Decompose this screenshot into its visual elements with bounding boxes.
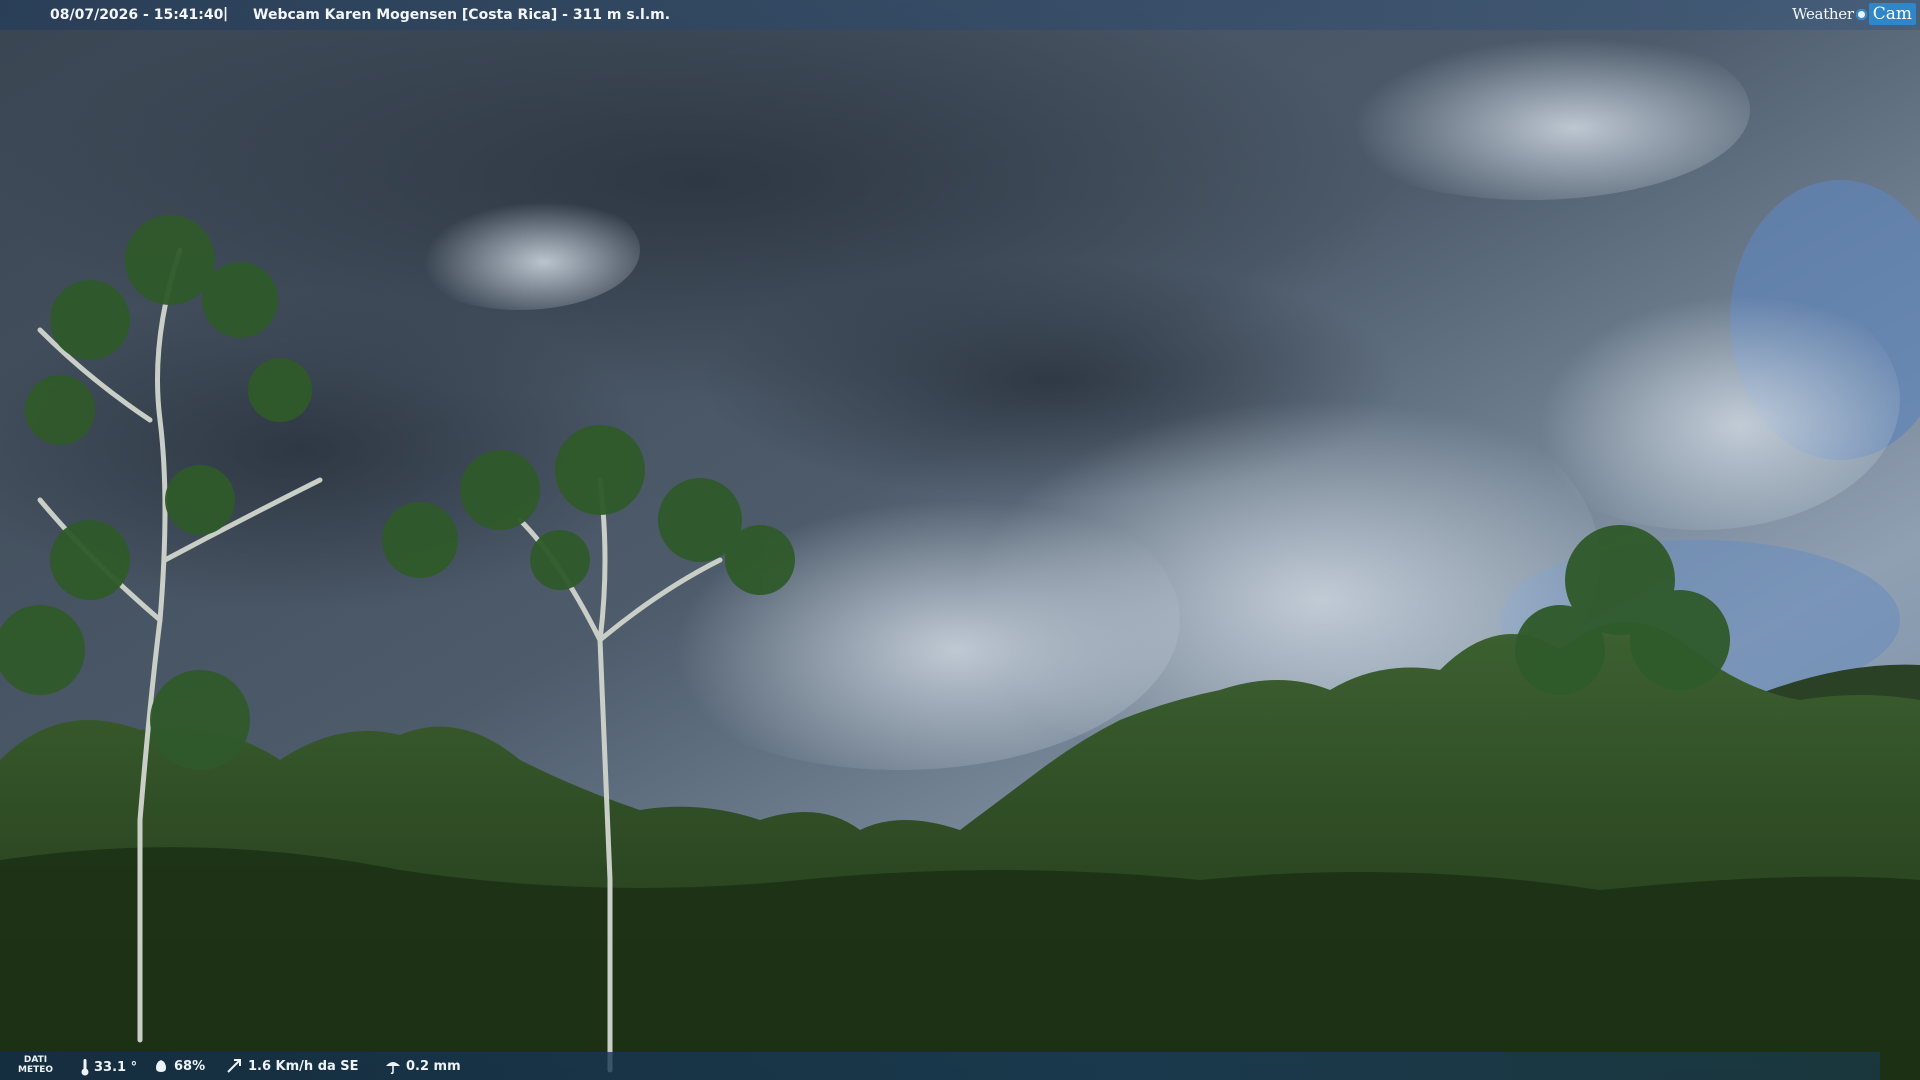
rain-item: 0.2 mm [384,1058,461,1074]
humidity-item: 68% [152,1058,205,1074]
logo-word-cam: Cam [1868,3,1916,25]
wind-value: 1.6 Km/h da SE [248,1058,359,1074]
temperature-item: 33.1 ° [80,1058,137,1076]
logo-word-weather: Weather [1792,5,1854,23]
rain-value: 0.2 mm [406,1058,461,1074]
webcam-title: Webcam Karen Mogensen [Costa Rica] - 311… [253,7,671,23]
weather-data-label: DATI METEO [18,1055,54,1075]
wind-item: 1.6 Km/h da SE [226,1058,359,1074]
temperature-value: 33.1 ° [94,1059,138,1075]
wind-icon [227,1059,241,1073]
humidity-icon [156,1060,166,1072]
weather-data-bar: DATI METEO 33.1 ° 68% 1.6 Km/h da SE 0.2… [0,1052,1880,1080]
thermometer-icon [81,1059,89,1076]
top-info-bar: 08/07/2026 - 15:41:40 | Webcam Karen Mog… [0,0,1920,30]
weathercam-logo[interactable]: Weather Cam [1792,0,1920,28]
rain-icon [386,1062,400,1074]
timestamp: 08/07/2026 - 15:41:40 [50,7,224,23]
logo-dot-icon [1855,8,1867,20]
separator: | [223,6,229,22]
humidity-value: 68% [174,1058,206,1074]
webcam-image [0,0,1920,1080]
